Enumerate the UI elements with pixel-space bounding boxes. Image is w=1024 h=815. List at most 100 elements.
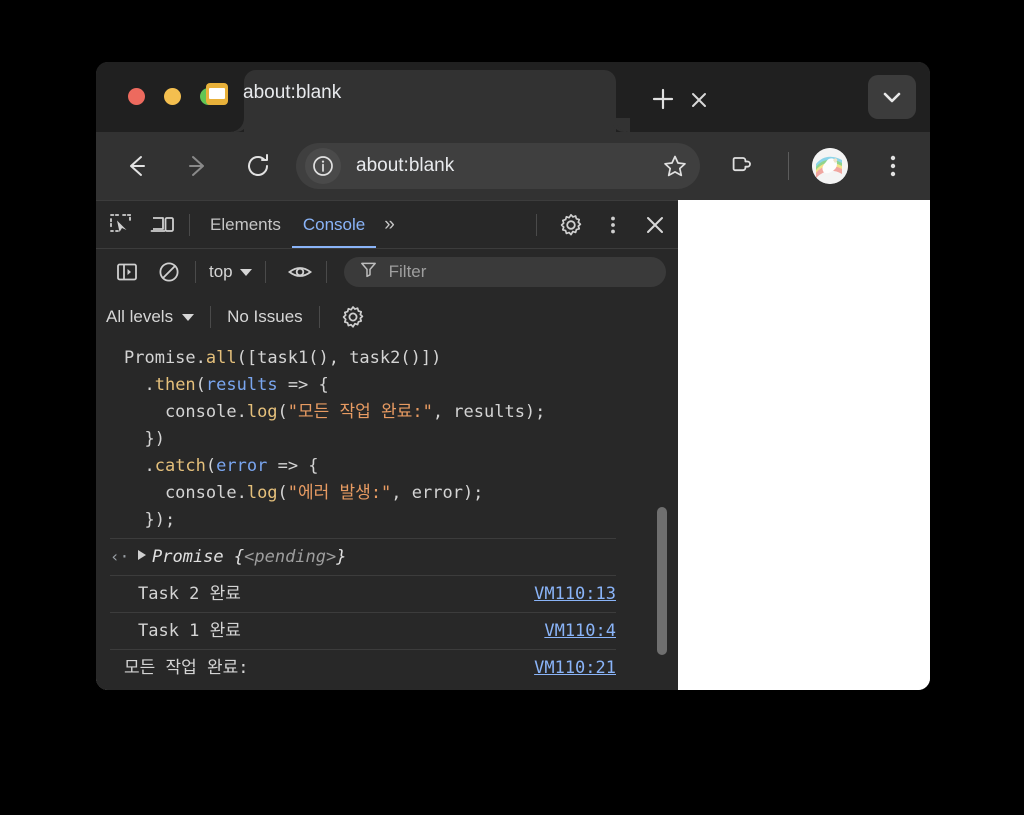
code-token: => {	[267, 456, 319, 476]
console-source-link[interactable]: VM110:21	[534, 655, 616, 681]
forward-arrow-icon[interactable]	[176, 144, 220, 188]
address-bar[interactable]: about:blank	[296, 143, 700, 189]
console-filter-input[interactable]: Filter	[343, 257, 666, 287]
console-array-preview: (2) ['Task 1 성공', 'Task 2 성공']	[124, 681, 616, 690]
clear-console-icon[interactable]	[152, 255, 186, 289]
code-token: ([task1(), task2()])	[236, 348, 442, 368]
tabbar-actions-divider	[536, 213, 537, 236]
code-token: "에러 발생:"	[287, 483, 392, 503]
address-bar-url: about:blank	[356, 155, 455, 176]
window-close-button[interactable]	[128, 88, 145, 105]
close-icon[interactable]	[688, 89, 716, 117]
new-tab-button[interactable]	[646, 82, 680, 116]
return-value-arrow-icon: ‹·	[110, 547, 130, 566]
console-source-link[interactable]: VM110:4	[544, 618, 616, 644]
issues-counter[interactable]: No Issues	[227, 307, 303, 327]
site-info-icon[interactable]	[305, 148, 341, 184]
reload-arrow-icon[interactable]	[236, 144, 280, 188]
code-token: error	[216, 456, 268, 476]
console-context-selector[interactable]: top	[205, 262, 256, 282]
code-token: });	[124, 510, 176, 530]
blank-page-favicon-icon	[206, 83, 228, 105]
more-tabs-icon[interactable]: »	[376, 214, 403, 236]
gear-icon[interactable]	[554, 208, 588, 242]
tab-console[interactable]: Console	[292, 202, 376, 248]
close-devtools-icon[interactable]	[638, 208, 672, 242]
console-toolbar: top Filter	[96, 249, 678, 295]
console-toolbar-divider-3	[325, 261, 327, 283]
star-outline-icon[interactable]	[660, 151, 690, 181]
browser-content-area: Elements Console » top Filter All levels…	[96, 200, 930, 690]
code-token: catch	[154, 456, 206, 476]
profile-avatar[interactable]	[812, 148, 848, 184]
console-scrollbar-thumb[interactable]	[657, 507, 667, 655]
tab-strip: about:blank	[96, 62, 930, 132]
code-token: all	[205, 348, 237, 368]
console-message-row: Task 1 완료 VM110:4	[110, 613, 616, 650]
code-token: then	[154, 375, 196, 395]
promise-pending-state: <pending>	[244, 547, 337, 567]
promise-label: Promise {	[152, 547, 245, 567]
window-traffic-lights	[128, 88, 217, 105]
console-message-text: Task 2 완료	[138, 584, 241, 604]
tab-elements[interactable]: Elements	[199, 202, 292, 248]
code-token: => {	[277, 375, 329, 395]
code-token: console.	[124, 483, 247, 503]
window-minimize-button[interactable]	[164, 88, 181, 105]
code-token: , error);	[391, 483, 484, 503]
browser-window: about:blank about:blank Elements Console…	[96, 62, 930, 690]
console-settings-gear-icon[interactable]	[336, 300, 370, 334]
expand-triangle-icon[interactable]	[138, 550, 146, 560]
back-arrow-icon[interactable]	[114, 144, 158, 188]
console-source-link[interactable]: VM110:13	[534, 581, 616, 607]
code-token: .	[124, 375, 155, 395]
console-level-label: All levels	[106, 307, 174, 326]
code-token: "모든 작업 완료:"	[287, 402, 433, 422]
code-token: (	[195, 375, 206, 395]
console-sidebar-icon[interactable]	[110, 255, 144, 289]
code-token: Promise.	[124, 348, 206, 368]
console-result-promise: ‹· Promise {<pending>}	[110, 539, 616, 576]
code-token: results	[205, 375, 278, 395]
code-token: (	[277, 483, 288, 503]
code-token: (	[277, 402, 288, 422]
tab-title: about:blank	[243, 82, 342, 103]
tab-search-button[interactable]	[868, 75, 916, 119]
code-token: })	[124, 429, 165, 449]
devtools-panel: Elements Console » top Filter All levels…	[96, 200, 678, 690]
device-toolbar-icon[interactable]	[146, 208, 180, 242]
devtools-tabbar-actions	[527, 201, 672, 248]
code-token: , results);	[432, 402, 546, 422]
promise-label-end: }	[336, 547, 347, 567]
level-bar-divider-1	[210, 306, 212, 328]
code-token: log	[246, 483, 278, 503]
console-message-text: 모든 작업 완료:	[124, 658, 249, 678]
chevron-down-icon	[182, 313, 195, 321]
console-level-bar: All levels No Issues	[96, 295, 678, 340]
three-dot-icon[interactable]	[596, 208, 630, 242]
tabbar-divider	[189, 213, 190, 236]
page-viewport	[678, 200, 930, 690]
filter-icon	[360, 261, 377, 283]
console-toolbar-divider-1	[195, 261, 196, 283]
three-dot-menu-icon[interactable]	[876, 147, 910, 185]
code-token: console.	[124, 402, 247, 422]
puzzle-piece-icon[interactable]	[726, 150, 758, 182]
console-input-code: Promise.all([task1(), task2()]) .then(re…	[110, 339, 616, 539]
console-message-row: Task 2 완료 VM110:13	[110, 576, 616, 613]
console-level-selector[interactable]: All levels	[106, 307, 195, 327]
console-toolbar-divider-2	[264, 261, 266, 283]
code-token: .	[124, 456, 155, 476]
console-output-area[interactable]: Promise.all([task1(), task2()]) .then(re…	[96, 339, 678, 690]
chevron-down-icon	[239, 268, 252, 276]
level-bar-divider-2	[318, 306, 320, 328]
console-context-label: top	[209, 262, 233, 281]
console-scroll-container: Promise.all([task1(), task2()]) .then(re…	[96, 339, 678, 690]
toolbar-divider	[788, 152, 789, 180]
code-token: (	[205, 456, 217, 476]
console-message-row-with-array: 모든 작업 완료: VM110:21 (2) ['Task 1 성공', 'Ta…	[110, 650, 616, 690]
inspect-element-icon[interactable]	[104, 208, 138, 242]
code-token: log	[246, 402, 278, 422]
live-expression-eye-icon[interactable]	[283, 255, 317, 289]
devtools-tabbar: Elements Console »	[96, 201, 678, 249]
